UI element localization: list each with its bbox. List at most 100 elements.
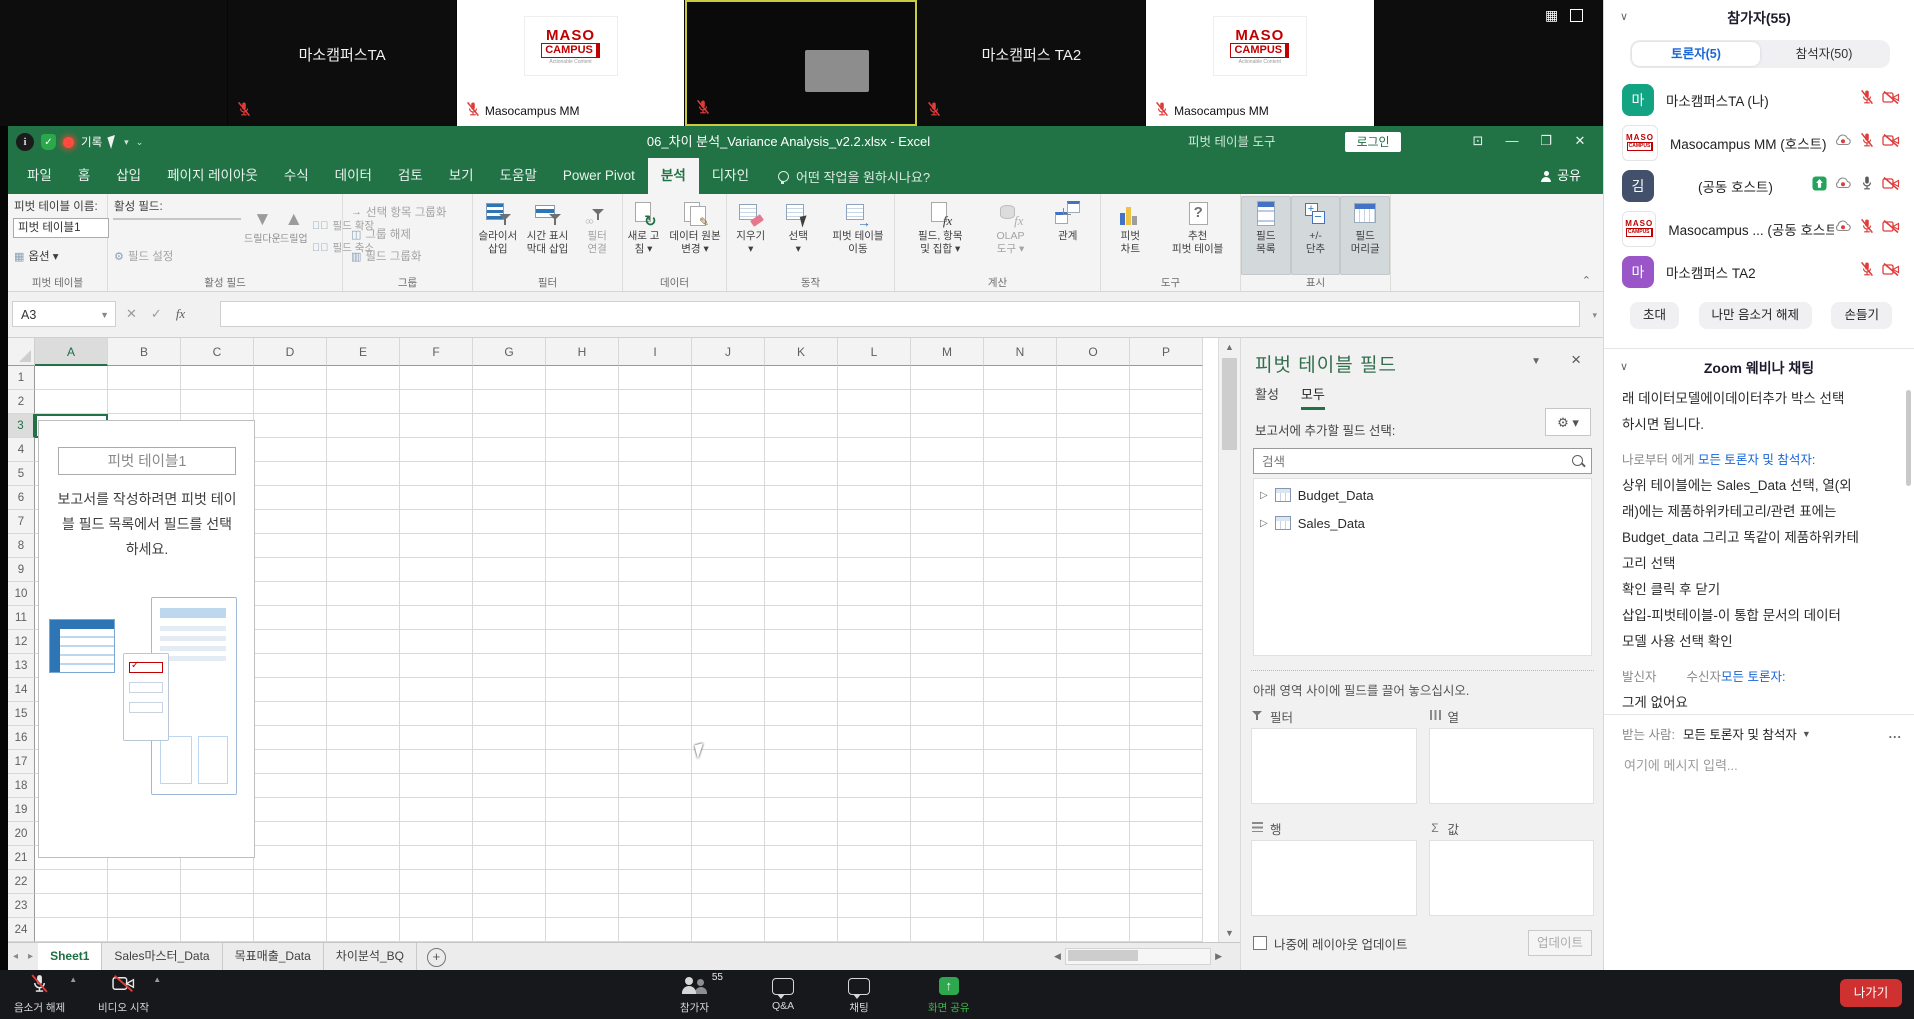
row-header[interactable]: 2 <box>8 390 35 414</box>
column-header[interactable]: H <box>546 338 619 366</box>
clear-button[interactable]: 지우기▾ <box>727 196 774 275</box>
drill-up-button[interactable]: ▲ 드릴업 <box>280 210 308 245</box>
ribbon-tab[interactable]: 파일 <box>14 158 65 194</box>
share-screen-button[interactable]: 화면 공유 <box>928 975 970 1015</box>
participant-row[interactable]: 마마소캠퍼스TA (나) <box>1604 78 1914 121</box>
expander-icon[interactable]: ▷ <box>1260 490 1268 501</box>
fieldlist-button[interactable]: 필드목록 <box>1241 196 1291 275</box>
ribbon-tab[interactable]: 분석 <box>648 158 699 194</box>
defer-checkbox[interactable] <box>1253 936 1267 950</box>
unmute-button[interactable]: ▲ 음소거 해제 <box>14 975 65 1015</box>
collapse-ribbon-icon[interactable]: ⌃ <box>1582 274 1591 287</box>
rel-button[interactable]: 관계 <box>1043 196 1093 275</box>
fullscreen-icon[interactable] <box>1570 9 1583 22</box>
pivot-placeholder[interactable]: 피벗 테이블1 보고서를 작성하려면 피벗 테이 블 필드 목록에서 필드를 선… <box>38 420 255 858</box>
participants-button[interactable]: 55 참가자 <box>680 975 709 1015</box>
area-dropzone[interactable] <box>1429 728 1595 804</box>
row-header[interactable]: 18 <box>8 774 35 798</box>
ribbon-tab[interactable]: 홈 <box>65 158 103 194</box>
restore-icon[interactable]: ❐ <box>1529 126 1563 158</box>
olap-button[interactable]: fxOLAP도구 ▾ <box>986 196 1036 275</box>
column-header[interactable]: J <box>692 338 765 366</box>
sheet-nav-left-icon[interactable]: ◂ <box>8 943 23 970</box>
pointer-icon[interactable] <box>108 135 119 149</box>
enter-icon[interactable]: ✓ <box>151 306 162 322</box>
video-tile-active[interactable] <box>685 0 916 126</box>
chat-scrollbar-thumb[interactable] <box>1906 390 1911 486</box>
cancel-icon[interactable]: ✕ <box>126 306 137 322</box>
group-selection-button[interactable]: → 선택 항목 그룹화 <box>351 204 446 220</box>
scrollbar-thumb[interactable] <box>1068 950 1138 961</box>
sheet-tab[interactable]: 차이분석_BQ <box>324 943 417 970</box>
participants-action-button[interactable]: 손들기 <box>1831 302 1892 329</box>
ungroup-button[interactable]: ◫ 그룹 해제 <box>351 226 411 242</box>
row-header[interactable]: 14 <box>8 678 35 702</box>
row-header[interactable]: 9 <box>8 558 35 582</box>
row-header[interactable]: 8 <box>8 534 35 558</box>
video-tile-logo[interactable]: MASOCAMPUSActionable ContentMasocampus M… <box>1146 0 1373 126</box>
chevron-up-icon[interactable]: ▲ <box>69 975 77 984</box>
chevron-up-icon[interactable]: ▲ <box>153 975 161 984</box>
row-header[interactable]: 19 <box>8 798 35 822</box>
scrollbar-thumb[interactable] <box>1222 358 1237 450</box>
ribbon-tab[interactable]: 보기 <box>436 158 487 194</box>
ribbon-tab[interactable]: 데이터 <box>322 158 385 194</box>
chat-more-icon[interactable]: ... <box>1889 727 1902 741</box>
to-value[interactable]: 모든 토론자 및 참석자 <box>1683 724 1797 743</box>
column-header[interactable]: C <box>181 338 254 366</box>
sheet-tab[interactable]: 목표매출_Data <box>223 943 324 970</box>
row-header[interactable]: 13 <box>8 654 35 678</box>
slicer-button[interactable]: 슬라이서삽입 <box>473 196 523 275</box>
precommend-button[interactable]: ?추천피벗 테이블 <box>1160 196 1236 275</box>
video-tile-empty[interactable] <box>0 0 227 126</box>
datasource-button[interactable]: ✎데이터 원본변경 ▾ <box>664 196 726 275</box>
participant-row[interactable]: 마마소캠퍼스 TA2 <box>1604 250 1914 293</box>
chat-button[interactable]: 채팅 <box>848 975 870 1015</box>
timeline-button[interactable]: 시간 표시막대 삽입 <box>523 196 573 275</box>
qat-more-icon[interactable]: ⌄ <box>136 137 144 148</box>
ribbon-tab[interactable]: Power Pivot <box>550 158 648 194</box>
ribbon-tab[interactable]: 삽입 <box>103 158 154 194</box>
expander-icon[interactable]: ▷ <box>1260 518 1268 529</box>
options-button[interactable]: ▦ 옵션 ▾ <box>14 248 59 264</box>
scroll-right-icon[interactable]: ▶ <box>1211 951 1226 962</box>
row-header[interactable]: 1 <box>8 366 35 390</box>
fx-button[interactable]: fx필드, 항목및 집합 ▾ <box>902 196 978 275</box>
row-header[interactable]: 3 <box>8 414 35 438</box>
minimize-icon[interactable]: — <box>1495 126 1529 158</box>
row-header[interactable]: 22 <box>8 870 35 894</box>
participant-row[interactable]: MASOCAMPUSActionable ContentMasocampus .… <box>1604 207 1914 250</box>
group-field-button[interactable]: ▥ 필드 그룹화 <box>351 248 422 264</box>
row-header[interactable]: 23 <box>8 894 35 918</box>
sheet-tab[interactable]: Sheet1 <box>38 943 102 970</box>
formula-input[interactable] <box>221 302 1583 328</box>
move-button[interactable]: →피벗 테이블이동 <box>822 196 894 275</box>
pane-options-icon[interactable]: ▼ <box>1531 356 1541 367</box>
row-header[interactable]: 4 <box>8 438 35 462</box>
pane-tab[interactable]: 모두 <box>1301 384 1325 410</box>
new-sheet-button[interactable]: + <box>427 948 446 967</box>
area-dropzone[interactable] <box>1251 840 1417 916</box>
select-all-corner[interactable] <box>8 338 35 366</box>
column-header[interactable]: M <box>911 338 984 366</box>
column-header[interactable]: I <box>619 338 692 366</box>
shield-check-icon[interactable]: ✓ <box>41 134 56 150</box>
row-header[interactable]: 17 <box>8 750 35 774</box>
name-box[interactable]: A3 ▼ <box>12 301 116 327</box>
formula-bar-expand-icon[interactable]: ▾ <box>1592 310 1597 321</box>
pane-tab[interactable]: 활성 <box>1255 384 1279 410</box>
column-header[interactable]: F <box>400 338 473 366</box>
row-header[interactable]: 16 <box>8 726 35 750</box>
video-tile-name[interactable]: 마소캠퍼스TA <box>228 0 455 126</box>
scroll-left-icon[interactable]: ◀ <box>1050 951 1065 962</box>
area-dropzone[interactable] <box>1251 728 1417 804</box>
row-header[interactable]: 12 <box>8 630 35 654</box>
row-header[interactable]: 24 <box>8 918 35 942</box>
tools-gear-button[interactable]: ⚙ ▾ <box>1545 408 1591 436</box>
share-button[interactable]: 공유 <box>1541 158 1581 194</box>
start-video-button[interactable]: ▲ 비디오 시작 <box>98 975 149 1015</box>
gallery-view-icon[interactable]: ▦ <box>1545 8 1558 22</box>
fheader-button[interactable]: 필드머리글 <box>1340 196 1390 275</box>
column-header[interactable]: A <box>35 338 108 366</box>
refresh-button[interactable]: ↻새로 고침 ▾ <box>623 196 664 275</box>
